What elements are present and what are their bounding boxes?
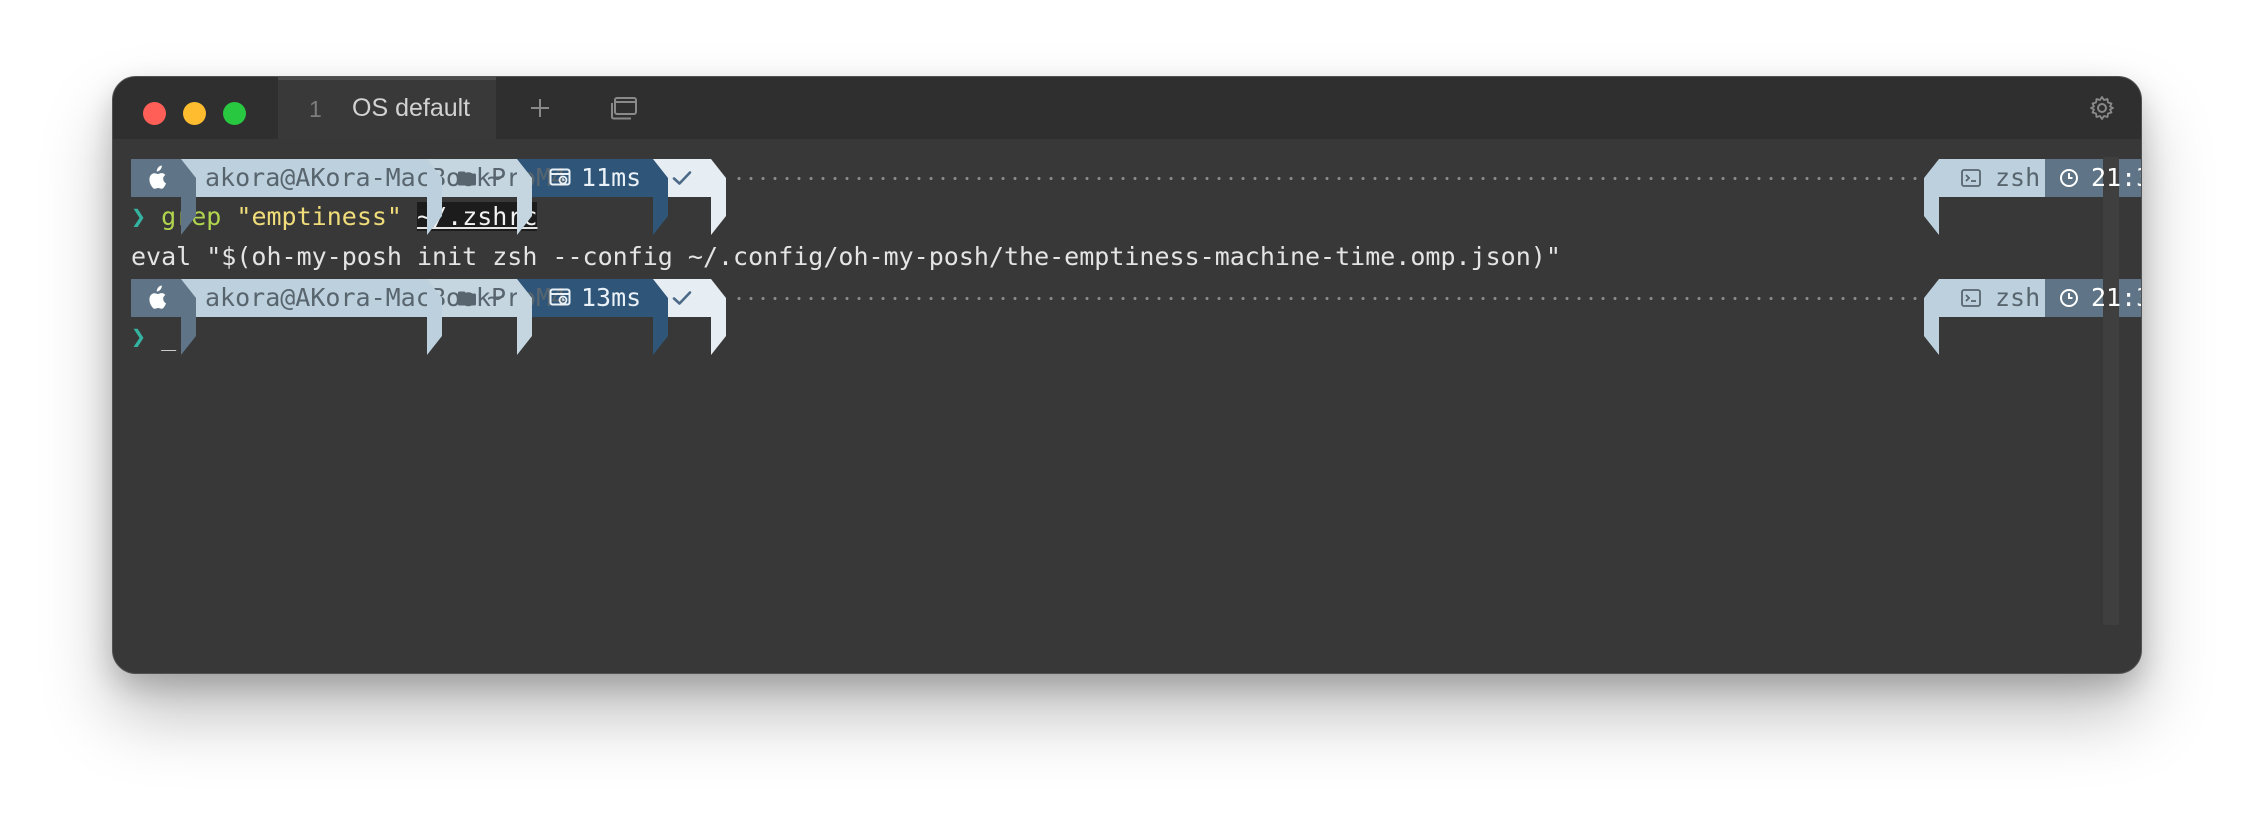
- shell-segment: zsh: [1939, 159, 2045, 197]
- terminal-content[interactable]: akora@AKora-MacBookProM4 ~ 11ms zsh 21: …: [131, 157, 2141, 357]
- prompt-line: akora@AKora-MacBookProM4 ~ 11ms zsh 21:: [131, 159, 2141, 235]
- os-segment: [131, 159, 181, 197]
- tab-index: 1: [309, 96, 322, 122]
- user-host-segment: akora@AKora-MacBookProM4: [181, 279, 566, 317]
- prompt-chevron: ❯: [131, 322, 147, 351]
- clock-icon: [2060, 169, 2078, 187]
- tab-title: OS default: [352, 94, 471, 122]
- execution-time-text: 13ms: [581, 283, 642, 312]
- prompt-line: akora@AKora-MacBookProM4 ~ 13ms zsh 21:: [131, 279, 2141, 355]
- terminal-icon: [1961, 289, 1981, 307]
- command-output: eval "$(oh-my-posh init zsh --config ~/.…: [131, 242, 1561, 271]
- terminal-window: 1 OS default akora@AKora-MacBookProM4 ~ …: [112, 76, 2142, 674]
- stopwatch-icon: [549, 168, 571, 186]
- clock-segment: 21:30:09: [2045, 159, 2141, 197]
- clock-icon: [2060, 289, 2078, 307]
- path-text: ~: [487, 163, 503, 192]
- gear-icon: [2090, 96, 2114, 120]
- user-host-segment: akora@AKora-MacBookProM4: [181, 159, 566, 197]
- clock-text: 21:30:09: [2091, 163, 2141, 192]
- title-bar: 1 OS default: [113, 77, 2141, 139]
- minimize-window-button[interactable]: [183, 102, 206, 125]
- folder-icon: [458, 171, 476, 185]
- shell-text: zsh: [1995, 283, 2041, 312]
- text-cursor: _: [161, 322, 177, 351]
- plus-icon: [531, 99, 549, 117]
- command-line: ❯ grep "emptiness" ~/.zshrc: [131, 197, 2096, 237]
- user-host-text: akora@AKora-MacBookProM4: [205, 163, 567, 192]
- prompt-filler-dots: [733, 297, 1929, 300]
- command-pattern: "emptiness": [236, 202, 402, 231]
- path-text: ~: [487, 283, 503, 312]
- windows-icon: [611, 97, 637, 120]
- stopwatch-icon: [549, 288, 571, 306]
- input-line[interactable]: ❯ _: [131, 317, 2096, 357]
- shell-segment: zsh: [1939, 279, 2045, 317]
- zoom-window-button[interactable]: [223, 102, 246, 125]
- checkmark-icon: [672, 171, 692, 185]
- shell-text: zsh: [1995, 163, 2041, 192]
- folder-icon: [458, 291, 476, 305]
- prompt-filler-dots: [733, 177, 1929, 180]
- clock-segment: 21:30:11: [2045, 279, 2141, 317]
- os-segment: [131, 279, 181, 317]
- settings-button[interactable]: [2085, 91, 2119, 125]
- apple-icon: [149, 165, 166, 189]
- close-window-button[interactable]: [143, 102, 166, 125]
- user-host-text: akora@AKora-MacBookProM4: [205, 283, 567, 312]
- checkmark-icon: [672, 291, 692, 305]
- prompt-chevron: ❯: [131, 202, 147, 231]
- tab-os-default[interactable]: 1 OS default: [278, 77, 496, 139]
- window-overview-button[interactable]: [607, 91, 641, 125]
- apple-icon: [149, 285, 166, 309]
- terminal-icon: [1961, 169, 1981, 187]
- new-tab-button[interactable]: [523, 91, 557, 125]
- scrollbar[interactable]: [2103, 157, 2119, 625]
- clock-text: 21:30:11: [2091, 283, 2141, 312]
- execution-time-text: 11ms: [581, 163, 642, 192]
